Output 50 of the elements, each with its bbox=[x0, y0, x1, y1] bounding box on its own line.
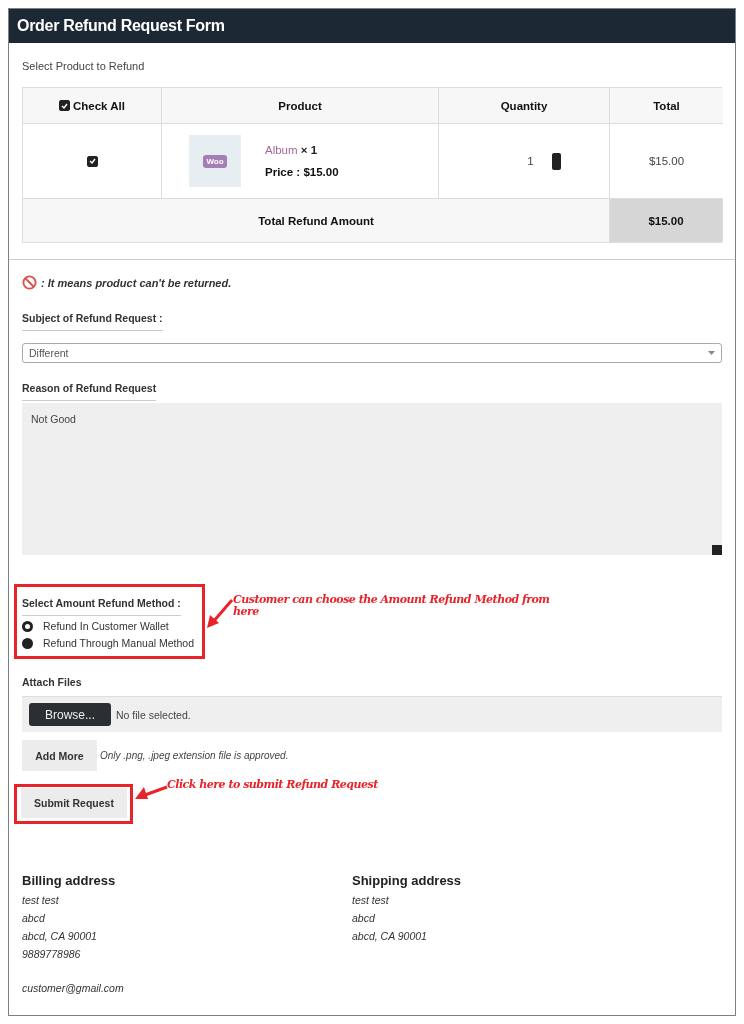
file-status: No file selected. bbox=[116, 708, 191, 721]
address-line: test test bbox=[352, 893, 390, 908]
browse-button[interactable]: Browse... bbox=[29, 703, 111, 726]
radio-option[interactable]: Refund In Customer Wallet bbox=[22, 620, 194, 632]
address-line: abcd, CA 90001 bbox=[22, 929, 98, 944]
product-thumbnail: Woo bbox=[189, 135, 241, 187]
product-name: Album × 1 bbox=[265, 144, 319, 156]
window-title: Order Refund Request Form bbox=[9, 9, 735, 43]
arrow-icon bbox=[205, 598, 235, 630]
field-label: Subject of Refund Request : bbox=[22, 312, 163, 331]
add-more-button[interactable]: Add More bbox=[22, 740, 97, 771]
address-line: abcd, CA 90001 bbox=[352, 929, 428, 944]
arrow-icon bbox=[133, 784, 169, 802]
total-label: Total Refund Amount bbox=[258, 214, 374, 227]
table-cell: $15.00 bbox=[648, 155, 685, 167]
product-price: Price : $15.00 bbox=[265, 166, 339, 178]
address-line: abcd bbox=[22, 911, 46, 926]
column-header: Quantity bbox=[500, 99, 548, 112]
product-link[interactable]: Album bbox=[265, 144, 298, 156]
column-header: Check All bbox=[73, 99, 125, 112]
stepper-icon[interactable] bbox=[551, 152, 561, 170]
check-icon bbox=[61, 102, 68, 109]
row-checkbox[interactable] bbox=[86, 155, 98, 167]
quantity-field[interactable]: 1 bbox=[527, 155, 534, 167]
notice-text: : It means product can't be returned. bbox=[41, 276, 232, 289]
section-label: Select Product to Refund bbox=[22, 60, 146, 72]
annotation-text: Click here to submit Refund Request bbox=[167, 779, 378, 791]
total-value: $15.00 bbox=[648, 214, 684, 227]
checkbox[interactable] bbox=[59, 100, 70, 111]
resize-handle-icon[interactable] bbox=[712, 545, 722, 555]
subject-select[interactable]: Different bbox=[22, 343, 722, 363]
annotation-text: Customer can choose the Amount Refund Method from here bbox=[233, 594, 551, 618]
field-label: Select Amount Refund Method : bbox=[22, 597, 181, 616]
column-header: Product bbox=[278, 99, 322, 112]
billing-title: Billing address bbox=[22, 873, 117, 888]
submit-button[interactable]: Submit Request bbox=[21, 788, 127, 818]
check-icon bbox=[88, 158, 96, 164]
email-text: customer@gmail.com bbox=[22, 981, 125, 996]
field-label: Reason of Refund Request bbox=[22, 382, 157, 401]
caret-icon bbox=[708, 351, 715, 355]
address-line: 9889778986 bbox=[22, 947, 82, 962]
hint-text: Only .png, .jpeg extension file is approved. bbox=[100, 750, 289, 761]
reason-textarea[interactable]: Not Good bbox=[22, 403, 722, 555]
column-header: Total bbox=[653, 99, 680, 112]
address-line: abcd bbox=[352, 911, 376, 926]
shipping-title: Shipping address bbox=[352, 873, 463, 888]
radio-option[interactable]: Refund Through Manual Method bbox=[22, 637, 194, 649]
field-label: Attach Files bbox=[22, 676, 82, 690]
prohibited-icon bbox=[22, 275, 37, 290]
address-line: test test bbox=[22, 893, 60, 908]
